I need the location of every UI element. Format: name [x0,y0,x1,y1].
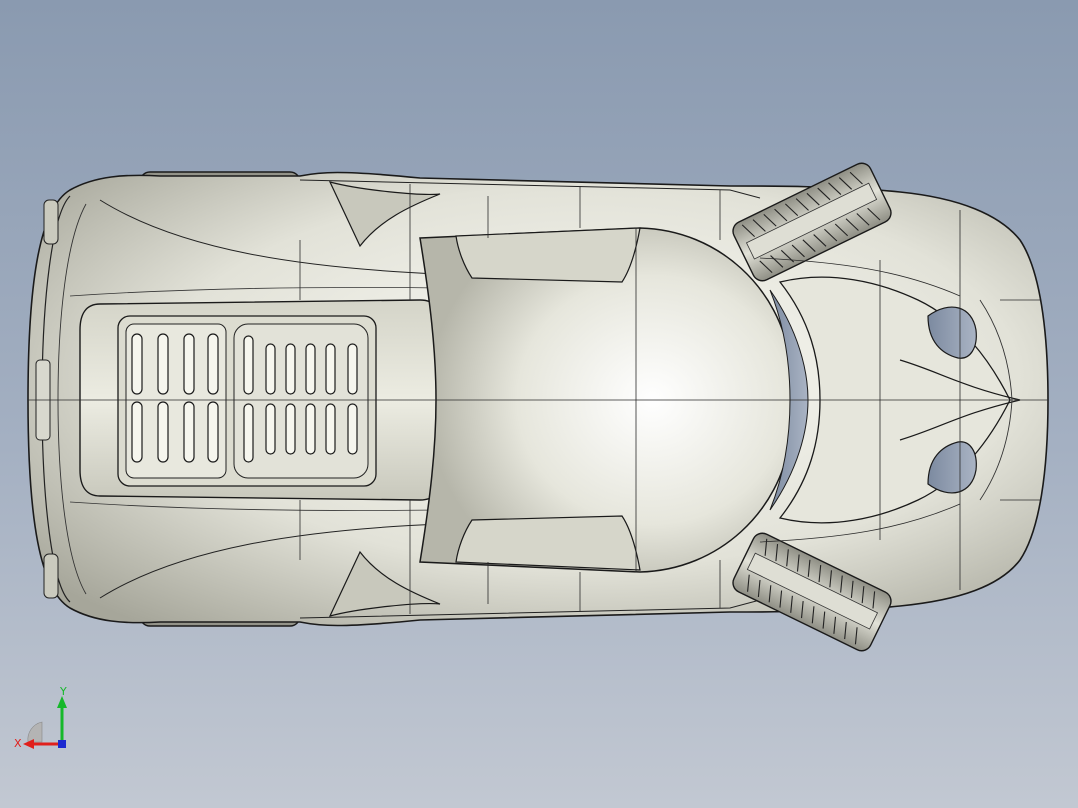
triad-plane [27,721,43,743]
triad-z-axis [58,740,66,748]
cad-viewport[interactable]: Y X [0,0,1078,808]
orientation-triad: Y X [14,685,67,750]
car-body-model[interactable] [0,0,1078,808]
side-window-bottom[interactable] [455,515,641,571]
triad-x-label: X [14,737,22,750]
side-window-top[interactable] [455,227,641,283]
triad-y-label: Y [59,685,67,698]
rear-light-bottom [43,553,59,599]
rear-light-top [43,199,59,245]
